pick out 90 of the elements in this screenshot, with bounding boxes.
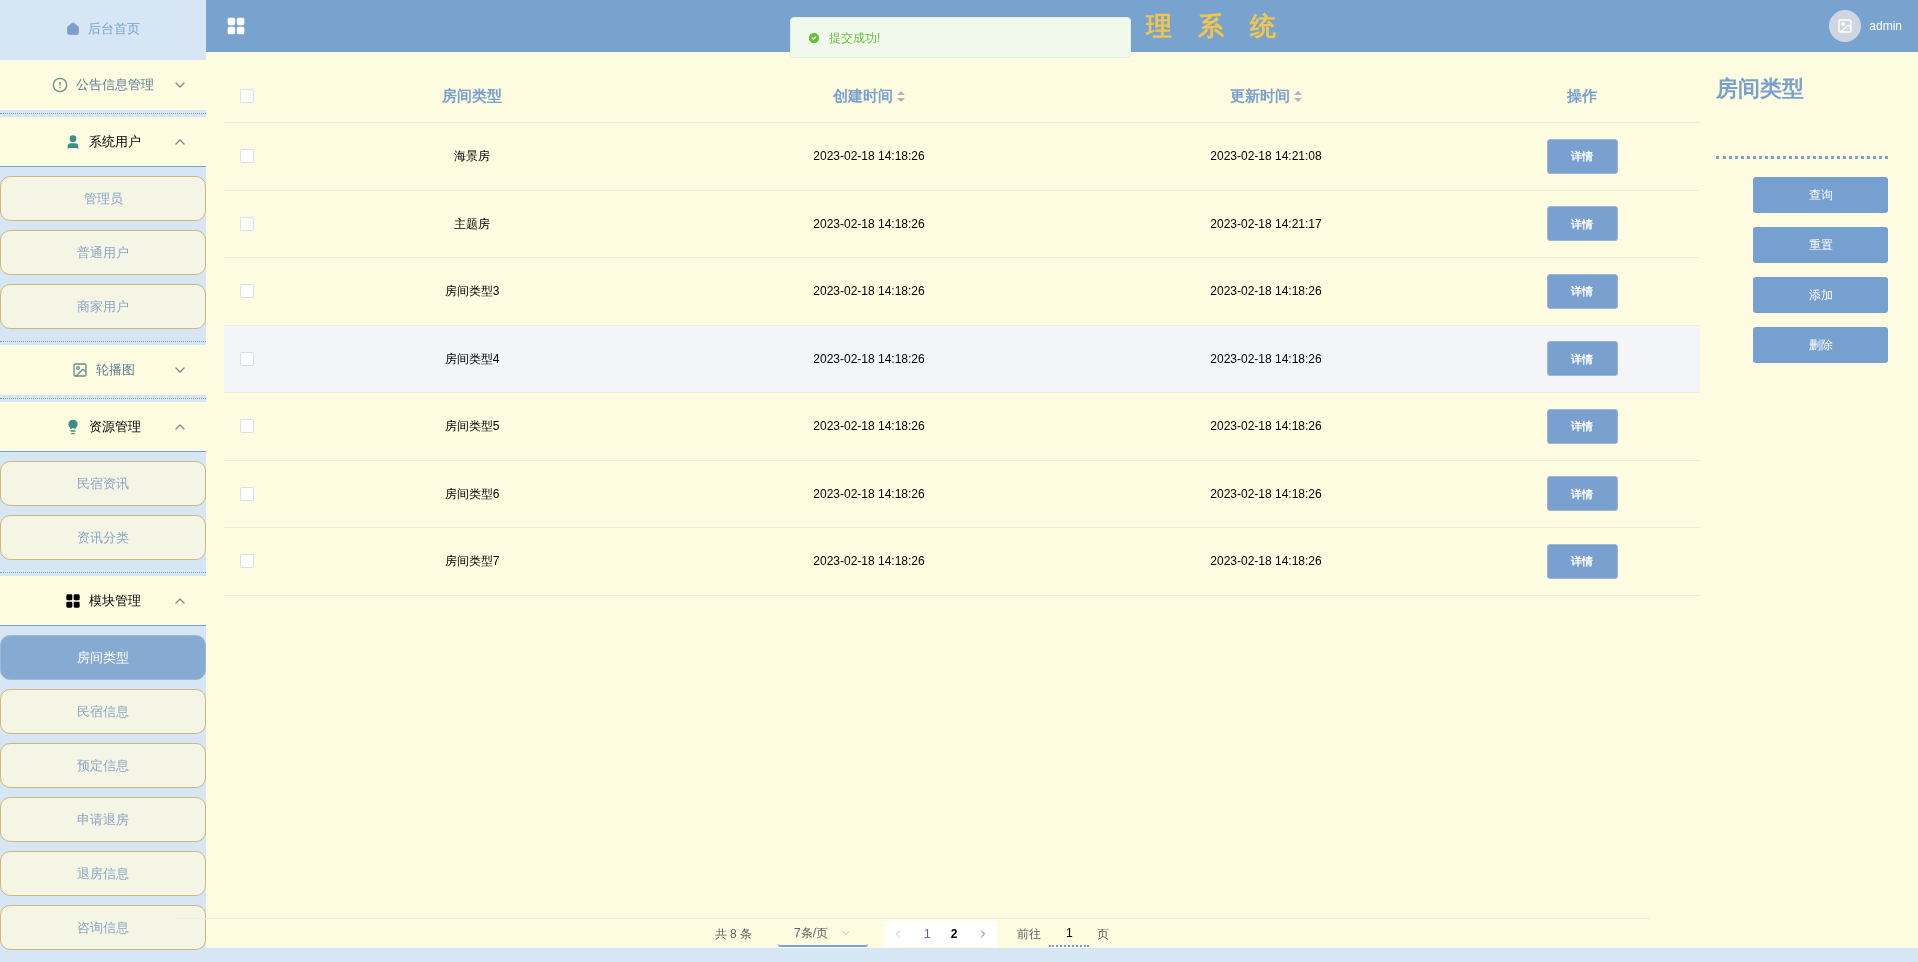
table-cell-text: 房间类型7 [443,553,501,571]
menu-group-header[interactable]: 模块管理 [0,576,206,626]
user-name[interactable]: admin [1869,17,1902,35]
goto-suffix: 页 [1097,925,1110,943]
menu-icon[interactable] [226,16,246,36]
menu-item[interactable]: 退房信息 [0,851,206,896]
menu-group-label: 资源管理 [89,417,141,436]
menu-group-label: 模块管理 [89,591,141,610]
menu-item[interactable]: 咨询信息 [0,905,206,950]
action-button[interactable]: 查询 [1753,177,1888,213]
menu-item[interactable]: 预定信息 [0,743,206,788]
column-header: 创建时间 [833,85,893,106]
table-cell-text: 2023-02-18 14:18:26 [1209,485,1323,503]
menu-item[interactable]: 普通用户 [0,230,206,275]
action-button[interactable]: 添加 [1753,277,1888,313]
table-row[interactable]: 房间类型4 2023-02-18 14:18:26 2023-02-18 14:18:26 详情 [224,325,1700,393]
details-button[interactable]: 详情 [1546,408,1618,444]
table-cell-text: 2023-02-18 14:18:26 [1209,418,1323,436]
table-cell-text: 2023-02-18 14:18:26 [812,215,926,233]
page-size-select[interactable]: 7条/页 [778,920,868,947]
table-cell-text: 2023-02-18 14:18:26 [1209,350,1323,368]
details-button[interactable]: 详情 [1546,206,1618,242]
goto-page-field[interactable]: 1 [1049,920,1090,947]
menu-group-header[interactable]: 系统用户 [0,117,206,167]
menu-item[interactable]: 民宿资讯 [0,461,206,506]
lightbulb-icon [65,418,81,435]
menu-label: 后台首页 [88,19,140,38]
column-header: 更新时间 [1230,85,1290,106]
menu-group-label: 轮播图 [95,361,135,380]
table-cell-text: 2023-02-18 14:18:26 [812,350,926,368]
menu-item[interactable]: 民宿信息 [0,689,206,734]
details-button[interactable]: 详情 [1546,341,1618,377]
checkbox[interactable] [240,284,254,299]
system-title: 理系统 [1146,9,1302,43]
table-cell-text: 2023-02-18 14:21:17 [1209,215,1323,233]
column-header: 操作 [1567,85,1597,106]
alert-icon [52,77,68,93]
table-cell-text: 2023-02-18 14:18:26 [812,283,926,301]
details-button[interactable]: 详情 [1546,273,1618,309]
success-icon [807,30,821,45]
table-cell-text: 2023-02-18 14:21:08 [1209,148,1323,166]
table-cell-text: 2023-02-18 14:18:26 [1209,283,1323,301]
checkbox[interactable] [240,554,254,569]
checkbox[interactable] [240,351,254,366]
sort-icon[interactable] [1294,90,1302,102]
column-header: 房间类型 [442,85,502,106]
total-count: 共 8 条 [714,925,752,943]
checkbox[interactable] [240,419,254,434]
user-icon [65,133,81,150]
page-number[interactable]: 2 [950,924,958,943]
menu-group-header[interactable]: 公告信息管理 [0,60,206,110]
menu-group-header[interactable]: 轮播图 [0,345,206,395]
menu-item[interactable]: 房间类型 [0,635,206,680]
table-cell-text: 房间类型6 [443,485,501,503]
table-cell-text: 主题房 [453,215,491,233]
table-cell-text: 2023-02-18 14:18:26 [812,148,926,166]
image-icon [71,362,88,378]
menu-group-label: 公告信息管理 [76,76,154,95]
menu-item[interactable]: 申请退房 [0,797,206,842]
table-cell-text: 房间类型4 [443,350,501,368]
goto-label: 前往 [1017,925,1042,943]
sort-icon[interactable] [897,90,905,102]
home-icon [66,21,80,36]
action-button[interactable]: 重置 [1753,227,1888,263]
table-cell-text: 房间类型3 [443,283,501,301]
table-cell-text: 2023-02-18 14:18:26 [1209,553,1323,571]
checkbox[interactable] [240,89,254,103]
menu-item[interactable]: 管理员 [0,176,206,221]
details-button[interactable]: 详情 [1546,543,1618,579]
menu-item[interactable]: 商家用户 [0,284,206,329]
avatar-icon[interactable] [1829,10,1862,42]
home-menu-item[interactable]: 后台首页 [0,0,206,57]
menu-group-label: 系统用户 [89,132,141,151]
table-cell-text: 2023-02-18 14:18:26 [812,553,926,571]
details-button[interactable]: 详情 [1546,138,1618,174]
table-cell-text: 海景房 [453,148,491,166]
action-button[interactable]: 删除 [1753,327,1888,363]
checkbox[interactable] [240,149,254,164]
checkbox[interactable] [240,216,254,231]
table-cell-text: 2023-02-18 14:18:26 [812,485,926,503]
page-number[interactable]: 1 [924,924,931,943]
menu-group-header[interactable]: 资源管理 [0,402,206,452]
details-button[interactable]: 详情 [1546,476,1618,512]
grid-icon [65,592,81,609]
checkbox[interactable] [240,486,254,501]
panel-title: 房间类型 [1716,75,1805,103]
table-cell-text: 2023-02-18 14:18:26 [812,418,926,436]
toast-message: 提交成功! [829,29,881,47]
table-cell-text: 房间类型5 [443,418,501,436]
menu-item[interactable]: 资讯分类 [0,515,206,560]
